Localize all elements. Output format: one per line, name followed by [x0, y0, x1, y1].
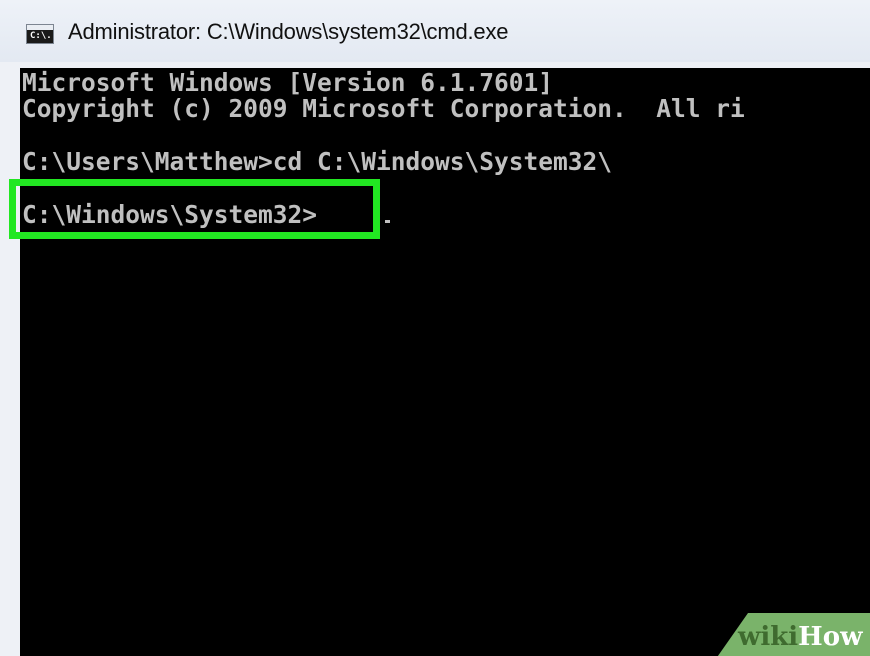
icon-glyph: C:\. — [30, 31, 52, 41]
text-cursor — [385, 220, 390, 223]
cmd-window: C:\. Administrator: C:\Windows\system32\… — [0, 0, 870, 656]
cmd-app-icon[interactable]: C:\. — [26, 24, 54, 44]
console-line-cd-command: C:\Users\Matthew>cd C:\Windows\System32\ — [22, 147, 613, 176]
console-line-prompt: C:\Windows\System32> — [22, 200, 318, 229]
window-title: Administrator: C:\Windows\system32\cmd.e… — [68, 19, 509, 44]
console-line-version: Microsoft Windows [Version 6.1.7601] — [22, 68, 554, 97]
watermark-how: How — [798, 622, 863, 652]
watermark-logo: wikiHow — [738, 622, 862, 652]
watermark-wiki: wiki — [738, 622, 799, 652]
icon-bar — [27, 25, 53, 30]
console-output[interactable]: Microsoft Windows [Version 6.1.7601] Cop… — [20, 68, 870, 656]
title-bar[interactable]: C:\. Administrator: C:\Windows\system32\… — [0, 0, 870, 62]
console-line-copyright: Copyright (c) 2009 Microsoft Corporation… — [22, 94, 745, 123]
